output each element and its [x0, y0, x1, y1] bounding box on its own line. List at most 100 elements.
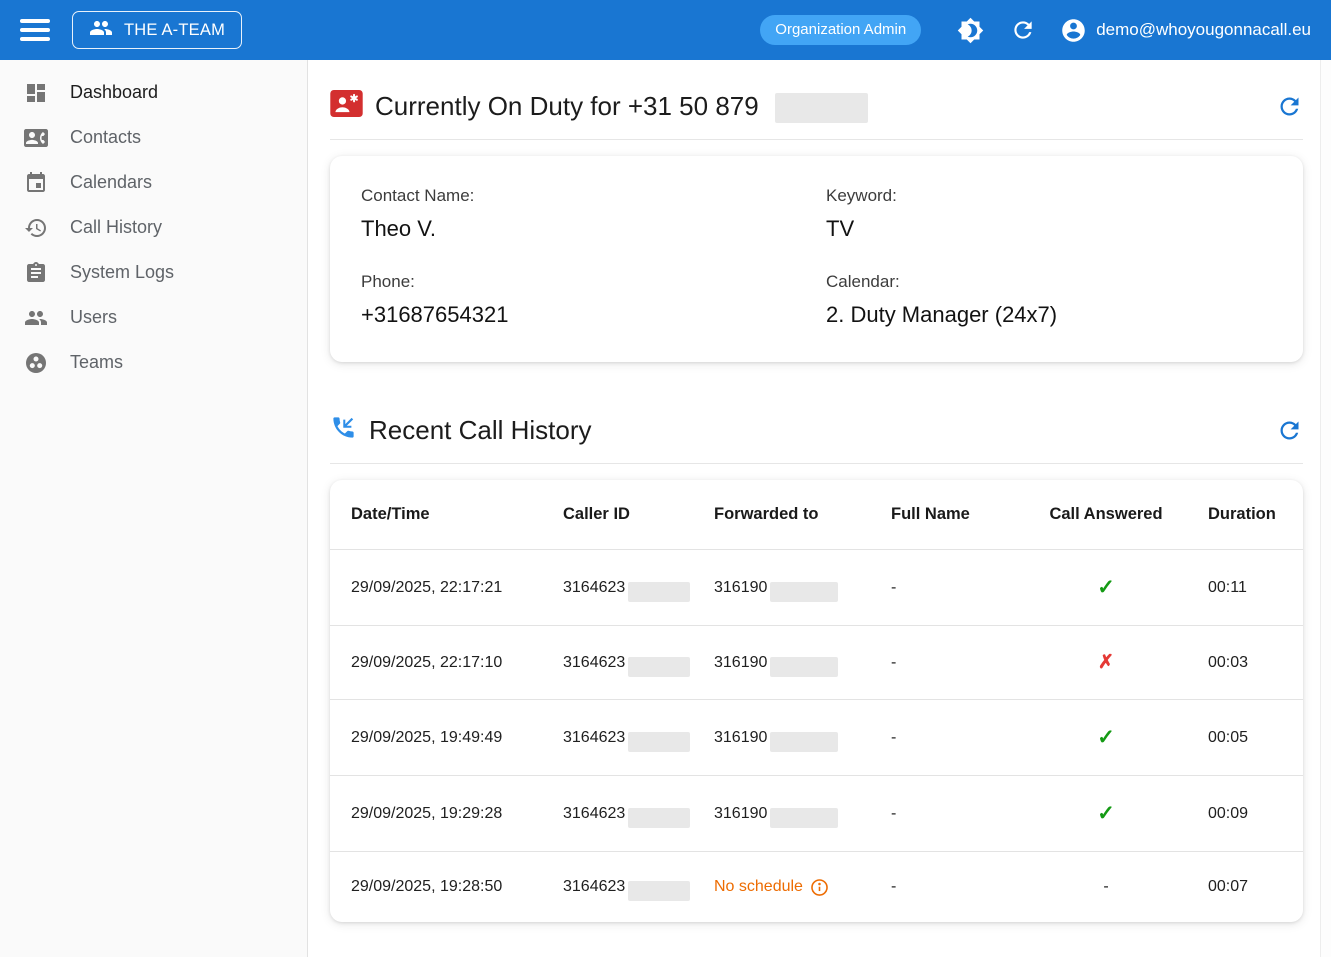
sidebar: Dashboard Contacts Calendars Call Histor… — [0, 60, 308, 957]
redacted-forwarded-number-block — [770, 582, 838, 602]
call-history-row: 29/09/2025, 22:17:213164623316190-✓00:11 — [330, 550, 1303, 626]
cell-caller-id: 3164623 — [563, 626, 714, 700]
column-header-forwarded-to: Forwarded to — [714, 480, 891, 550]
cell-datetime: 29/09/2025, 19:28:50 — [330, 852, 563, 923]
call-not-answered-cross-icon: ✗ — [1098, 652, 1114, 673]
cell-full-name: - — [891, 852, 1014, 923]
call-answered-check-icon: ✓ — [1097, 576, 1115, 599]
cell-full-name: - — [891, 626, 1014, 700]
call-answered-check-icon: ✓ — [1097, 802, 1115, 825]
cell-caller-id: 3164623 — [563, 550, 714, 626]
field-phone: Phone: +31687654321 — [361, 272, 826, 328]
menu-icon[interactable] — [20, 19, 50, 41]
teams-icon — [24, 351, 48, 375]
sidebar-item-label: Teams — [70, 352, 123, 373]
cell-datetime: 29/09/2025, 19:49:49 — [330, 700, 563, 776]
table-header-row: Date/TimeCaller IDForwarded toFull NameC… — [330, 480, 1303, 550]
call-history-title: Recent Call History — [369, 415, 592, 446]
call-history-refresh-icon[interactable] — [1276, 417, 1303, 444]
theme-toggle-icon[interactable] — [957, 17, 984, 44]
call-history-table: Date/TimeCaller IDForwarded toFull NameC… — [330, 480, 1303, 922]
redacted-caller-id-block — [628, 582, 690, 602]
redacted-caller-id-block — [628, 808, 690, 828]
sidebar-item-users[interactable]: Users — [0, 295, 307, 340]
users-icon — [24, 306, 48, 330]
cell-full-name: - — [891, 776, 1014, 852]
main-content: Currently On Duty for +31 50 879 Contact… — [308, 60, 1320, 957]
cell-call-answered: ✓ — [1014, 550, 1198, 626]
cell-caller-id: 3164623 — [563, 852, 714, 923]
column-header-full-name: Full Name — [891, 480, 1014, 550]
sidebar-item-label: Users — [70, 307, 117, 328]
call-history-row: 29/09/2025, 19:49:493164623316190-✓00:05 — [330, 700, 1303, 776]
column-header-call-answered: Call Answered — [1014, 480, 1198, 550]
account-icon — [1060, 17, 1087, 44]
sidebar-item-system-logs[interactable]: System Logs — [0, 250, 307, 295]
sidebar-item-dashboard[interactable]: Dashboard — [0, 70, 307, 115]
sidebar-item-label: Call History — [70, 217, 162, 238]
on-duty-title: Currently On Duty for +31 50 879 — [375, 91, 759, 122]
column-header-date-time: Date/Time — [330, 480, 563, 550]
cell-duration: 00:03 — [1198, 626, 1303, 700]
sidebar-item-label: Calendars — [70, 172, 152, 193]
field-calendar: Calendar: 2. Duty Manager (24x7) — [826, 272, 1272, 328]
redacted-forwarded-number-block — [770, 808, 838, 828]
redacted-caller-id-block — [628, 657, 690, 677]
account-menu-button[interactable]: demo@whoyougonnacall.eu — [1060, 17, 1311, 44]
cell-forwarded-to: 316190 — [714, 700, 891, 776]
sidebar-item-label: Dashboard — [70, 82, 158, 103]
cell-full-name: - — [891, 700, 1014, 776]
no-schedule-label: No schedule — [714, 878, 829, 897]
cell-forwarded-to: No schedule — [714, 852, 891, 923]
redacted-phone-number-block — [775, 93, 868, 123]
cell-duration: 00:07 — [1198, 852, 1303, 923]
cell-forwarded-to: 316190 — [714, 626, 891, 700]
redacted-forwarded-number-block — [770, 657, 838, 677]
cell-call-answered: ✓ — [1014, 776, 1198, 852]
column-header-caller-id: Caller ID — [563, 480, 714, 550]
logs-icon — [24, 261, 48, 285]
incoming-call-icon — [330, 414, 357, 446]
divider — [330, 139, 1303, 140]
role-badge: Organization Admin — [760, 15, 921, 45]
cell-duration: 00:09 — [1198, 776, 1303, 852]
cell-call-answered: ✓ — [1014, 700, 1198, 776]
cell-forwarded-to: 316190 — [714, 776, 891, 852]
cell-datetime: 29/09/2025, 19:29:28 — [330, 776, 563, 852]
cell-caller-id: 3164623 — [563, 700, 714, 776]
contact-emergency-icon — [330, 90, 363, 122]
history-icon — [24, 216, 48, 240]
scrollbar-track[interactable] — [1320, 60, 1331, 957]
sidebar-item-teams[interactable]: Teams — [0, 340, 307, 385]
column-header-duration: Duration — [1198, 480, 1303, 550]
on-duty-section-header: Currently On Duty for +31 50 879 — [330, 90, 1303, 122]
call-history-row: 29/09/2025, 19:29:283164623316190- ✓ 00:09 — [330, 776, 1303, 852]
call-history-row: 29/09/2025, 22:17:103164623316190- ✗ 00:03 — [330, 626, 1303, 700]
call-answered-check-icon: ✓ — [1097, 726, 1115, 749]
team-name-label: THE A-TEAM — [124, 21, 225, 40]
call-history-table-card: Date/TimeCaller IDForwarded toFull NameC… — [330, 480, 1303, 922]
contacts-icon — [24, 126, 48, 150]
dashboard-icon — [24, 81, 48, 105]
team-selector-button[interactable]: THE A-TEAM — [72, 11, 242, 49]
cell-duration: 00:11 — [1198, 550, 1303, 626]
info-icon[interactable] — [810, 878, 829, 897]
field-contact-name: Contact Name: Theo V. — [361, 186, 826, 242]
cell-call-answered: ✗ — [1014, 626, 1198, 700]
field-keyword: Keyword: TV — [826, 186, 1272, 242]
sidebar-item-contacts[interactable]: Contacts — [0, 115, 307, 160]
call-history-section-header: Recent Call History — [330, 414, 1303, 446]
user-email: demo@whoyougonnacall.eu — [1096, 20, 1311, 40]
cell-caller-id: 3164623 — [563, 776, 714, 852]
redacted-caller-id-block — [628, 732, 690, 752]
redacted-caller-id-block — [628, 881, 690, 901]
cell-datetime: 29/09/2025, 22:17:21 — [330, 550, 563, 626]
sidebar-item-call-history[interactable]: Call History — [0, 205, 307, 250]
on-duty-card: Contact Name: Theo V. Keyword: TV Phone:… — [330, 156, 1303, 362]
sidebar-item-label: System Logs — [70, 262, 174, 283]
calendar-icon — [24, 171, 48, 195]
refresh-icon[interactable] — [1010, 17, 1036, 43]
on-duty-refresh-icon[interactable] — [1276, 93, 1303, 120]
sidebar-item-calendars[interactable]: Calendars — [0, 160, 307, 205]
cell-datetime: 29/09/2025, 22:17:10 — [330, 626, 563, 700]
